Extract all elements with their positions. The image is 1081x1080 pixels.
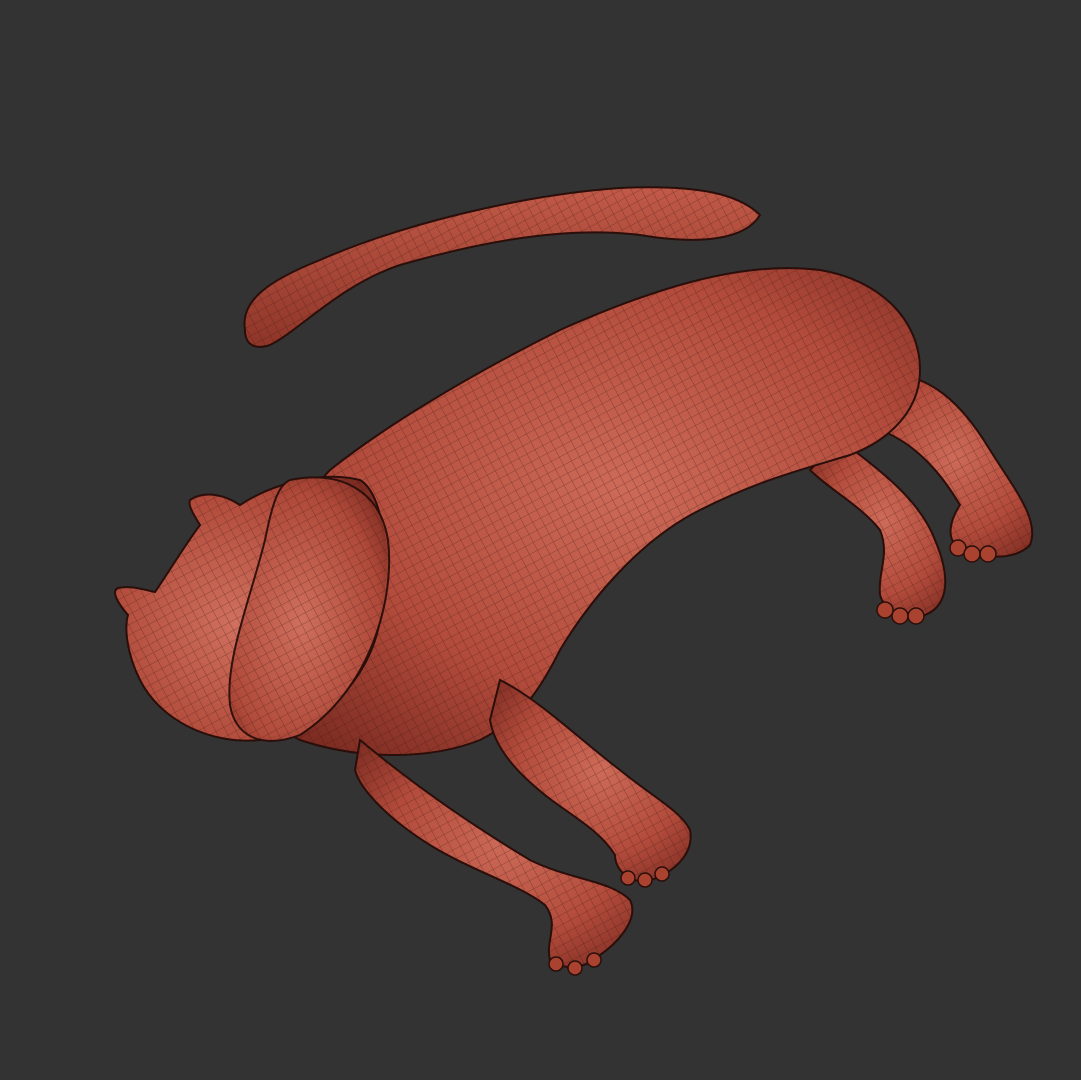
viewport-canvas[interactable] (0, 0, 1081, 1080)
hind-leg-lower (808, 438, 947, 619)
cat-model-render (114, 186, 1034, 976)
front-leg-upper (488, 678, 692, 882)
